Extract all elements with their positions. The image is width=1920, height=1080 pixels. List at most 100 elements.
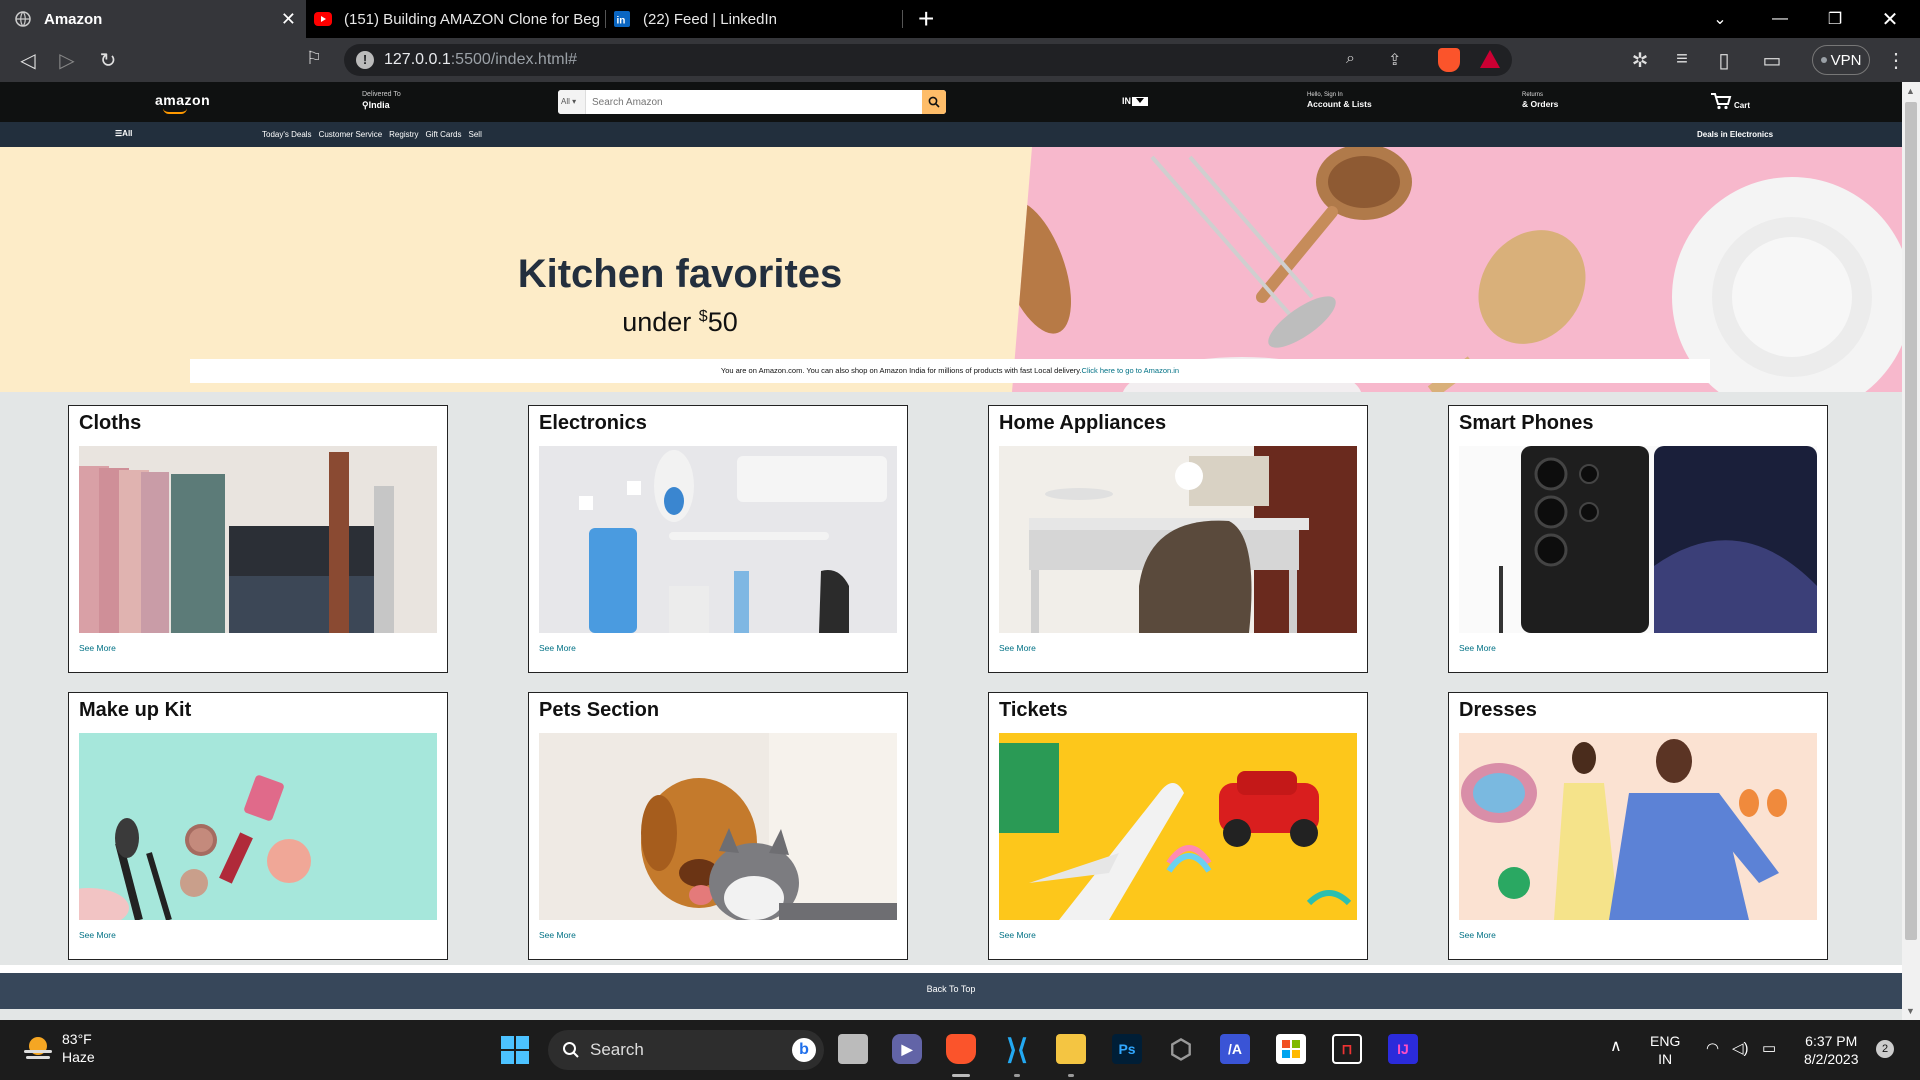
notification-badge[interactable]: 2 xyxy=(1876,1040,1894,1058)
page-scrollbar[interactable]: ▲ ▼ xyxy=(1902,82,1920,1020)
clock[interactable]: 6:37 PM 8/2/2023 xyxy=(1804,1032,1859,1068)
see-more-link[interactable]: See More xyxy=(79,643,116,653)
running-indicator xyxy=(1068,1074,1074,1077)
app-icon[interactable]: /A xyxy=(1220,1034,1250,1064)
tab-title: (151) Building AMAZON Clone for Beg xyxy=(344,10,600,28)
product-card-electronics[interactable]: Electronics See More xyxy=(528,405,908,673)
svg-text:in: in xyxy=(617,16,626,27)
close-tab-icon[interactable]: ✕ xyxy=(281,9,296,30)
scroll-down-icon[interactable]: ▼ xyxy=(1906,1006,1915,1016)
sidebar-icon[interactable]: ▯ xyxy=(1712,48,1736,73)
bookmark-icon[interactable]: ⚐ xyxy=(302,48,326,69)
search-category-select[interactable]: All ▾ xyxy=(558,90,586,114)
see-more-link[interactable]: See More xyxy=(1459,930,1496,940)
file-explorer-icon[interactable] xyxy=(1056,1034,1086,1064)
brave-shields-icon[interactable] xyxy=(1438,48,1460,72)
account-lists[interactable]: Hello, Sign In Account & Lists xyxy=(1307,92,1372,109)
language-indicator[interactable]: ENG IN xyxy=(1650,1032,1680,1068)
subnav-link-gift-cards[interactable]: Gift Cards xyxy=(425,130,461,139)
teams-icon[interactable]: ▶ xyxy=(892,1034,922,1064)
running-indicator xyxy=(1014,1074,1020,1077)
restore-icon[interactable]: ❐ xyxy=(1805,0,1865,38)
cloths-image xyxy=(79,446,437,633)
back-icon[interactable]: ◁ xyxy=(16,48,40,73)
cart-button[interactable]: Cart xyxy=(1710,92,1750,110)
extensions-icon[interactable]: ✲ xyxy=(1628,48,1652,73)
vpn-button[interactable]: VPN xyxy=(1812,45,1870,75)
deliver-to[interactable]: Delivered To ⚲India xyxy=(362,91,401,111)
hero-banner[interactable]: Kitchen favorites under $50 You are on A… xyxy=(0,147,1902,392)
product-card-make-up-kit[interactable]: Make up Kit See More xyxy=(68,692,448,960)
wifi-icon[interactable]: ◠ xyxy=(1706,1040,1719,1058)
brave-rewards-icon[interactable] xyxy=(1480,50,1500,68)
address-bar[interactable]: ! 127.0.0.1:5500/index.html# ⌕ ⇪ xyxy=(344,44,1512,76)
product-card-home-appliances[interactable]: Home Appliances See More xyxy=(988,405,1368,673)
menu-icon[interactable]: ⋮ xyxy=(1884,48,1908,73)
amazon-india-notice: You are on Amazon.com. You can also shop… xyxy=(190,359,1710,383)
photoshop-icon[interactable]: Ps xyxy=(1112,1034,1142,1064)
product-card-smart-phones[interactable]: Smart Phones See More xyxy=(1448,405,1828,673)
volume-icon[interactable]: ◁) xyxy=(1732,1040,1749,1058)
language-selector[interactable]: IN xyxy=(1122,96,1148,107)
wallet-icon[interactable]: ▭ xyxy=(1760,48,1784,73)
windows-start-icon[interactable] xyxy=(500,1035,530,1065)
microsoft-store-icon[interactable] xyxy=(1276,1034,1306,1064)
smart-phones-image xyxy=(1459,446,1817,633)
search-input[interactable] xyxy=(588,90,908,114)
subnav-link-sell[interactable]: Sell xyxy=(469,130,482,139)
task-view-icon[interactable] xyxy=(838,1034,868,1064)
active-indicator xyxy=(952,1074,970,1077)
playlist-icon[interactable]: ≡ xyxy=(1670,48,1694,71)
scrollbar-thumb[interactable] xyxy=(1905,102,1917,940)
see-more-link[interactable]: See More xyxy=(79,930,116,940)
share-icon[interactable]: ⇪ xyxy=(1388,50,1401,70)
all-menu-button[interactable]: ☰All xyxy=(115,129,132,138)
scroll-up-icon[interactable]: ▲ xyxy=(1906,86,1915,96)
close-window-icon[interactable]: ✕ xyxy=(1860,0,1920,38)
reload-icon[interactable]: ↻ xyxy=(96,48,120,73)
see-more-link[interactable]: See More xyxy=(1459,643,1496,653)
url-text[interactable]: 127.0.0.1:5500/index.html# xyxy=(384,51,577,69)
unity-icon[interactable]: ⬡ xyxy=(1166,1034,1196,1064)
taskbar-search[interactable]: Search b xyxy=(548,1030,824,1070)
see-more-link[interactable]: See More xyxy=(539,930,576,940)
battery-icon[interactable]: ▭ xyxy=(1762,1040,1776,1058)
product-card-dresses[interactable]: Dresses See More xyxy=(1448,692,1828,960)
logo-smile xyxy=(163,108,187,114)
forward-icon[interactable]: ▷ xyxy=(55,48,79,73)
subnav-link-customer-service[interactable]: Customer Service xyxy=(319,130,383,139)
amazon-india-link[interactable]: Click here to go to Amazon.in xyxy=(1082,366,1180,375)
vscode-icon[interactable]: ⟩⟨ xyxy=(1002,1034,1032,1065)
show-hidden-icons[interactable]: ∧ xyxy=(1610,1038,1622,1056)
see-more-link[interactable]: See More xyxy=(539,643,576,653)
minimize-icon[interactable]: — xyxy=(1750,0,1810,38)
returns-orders[interactable]: Returns & Orders xyxy=(1522,92,1558,109)
weather-widget[interactable]: 83°F Haze xyxy=(22,1030,95,1066)
card-title: Cloths xyxy=(79,412,142,434)
tab-title: (22) Feed | LinkedIn xyxy=(643,10,777,28)
see-more-link[interactable]: See More xyxy=(999,930,1036,940)
browser-tab-bar: Amazon ✕ (151) Building AMAZON Clone for… xyxy=(0,0,1920,38)
bing-icon[interactable]: b xyxy=(792,1038,816,1062)
product-card-cloths[interactable]: Cloths See More xyxy=(68,405,448,673)
product-card-pets-section[interactable]: Pets Section See More xyxy=(528,692,908,960)
info-icon[interactable]: ! xyxy=(356,51,374,69)
new-tab-icon[interactable]: + xyxy=(918,3,934,35)
deals-in-electronics-link[interactable]: Deals in Electronics xyxy=(1697,130,1773,139)
search-button[interactable] xyxy=(922,90,946,114)
back-to-top-button[interactable]: Back To Top xyxy=(0,973,1902,1009)
hero-image xyxy=(1012,147,1902,392)
subnav-link-todays-deals[interactable]: Today's Deals xyxy=(262,130,312,139)
tab-youtube[interactable]: (151) Building AMAZON Clone for Beg xyxy=(312,0,602,38)
tab-linkedin[interactable]: in (22) Feed | LinkedIn xyxy=(611,0,901,38)
intellij-icon[interactable]: IJ xyxy=(1388,1034,1418,1064)
subnav-link-registry[interactable]: Registry xyxy=(389,130,418,139)
tab-amazon[interactable]: Amazon ✕ xyxy=(0,0,306,38)
brave-browser-icon[interactable] xyxy=(946,1034,976,1064)
tab-search-icon[interactable]: ⌄ xyxy=(1690,0,1750,38)
access-icon[interactable]: ⊓ xyxy=(1332,1034,1362,1064)
amazon-logo[interactable]: amazon xyxy=(155,92,210,108)
see-more-link[interactable]: See More xyxy=(999,643,1036,653)
product-card-tickets[interactable]: Tickets See More xyxy=(988,692,1368,960)
zoom-icon[interactable]: ⌕ xyxy=(1346,50,1355,68)
